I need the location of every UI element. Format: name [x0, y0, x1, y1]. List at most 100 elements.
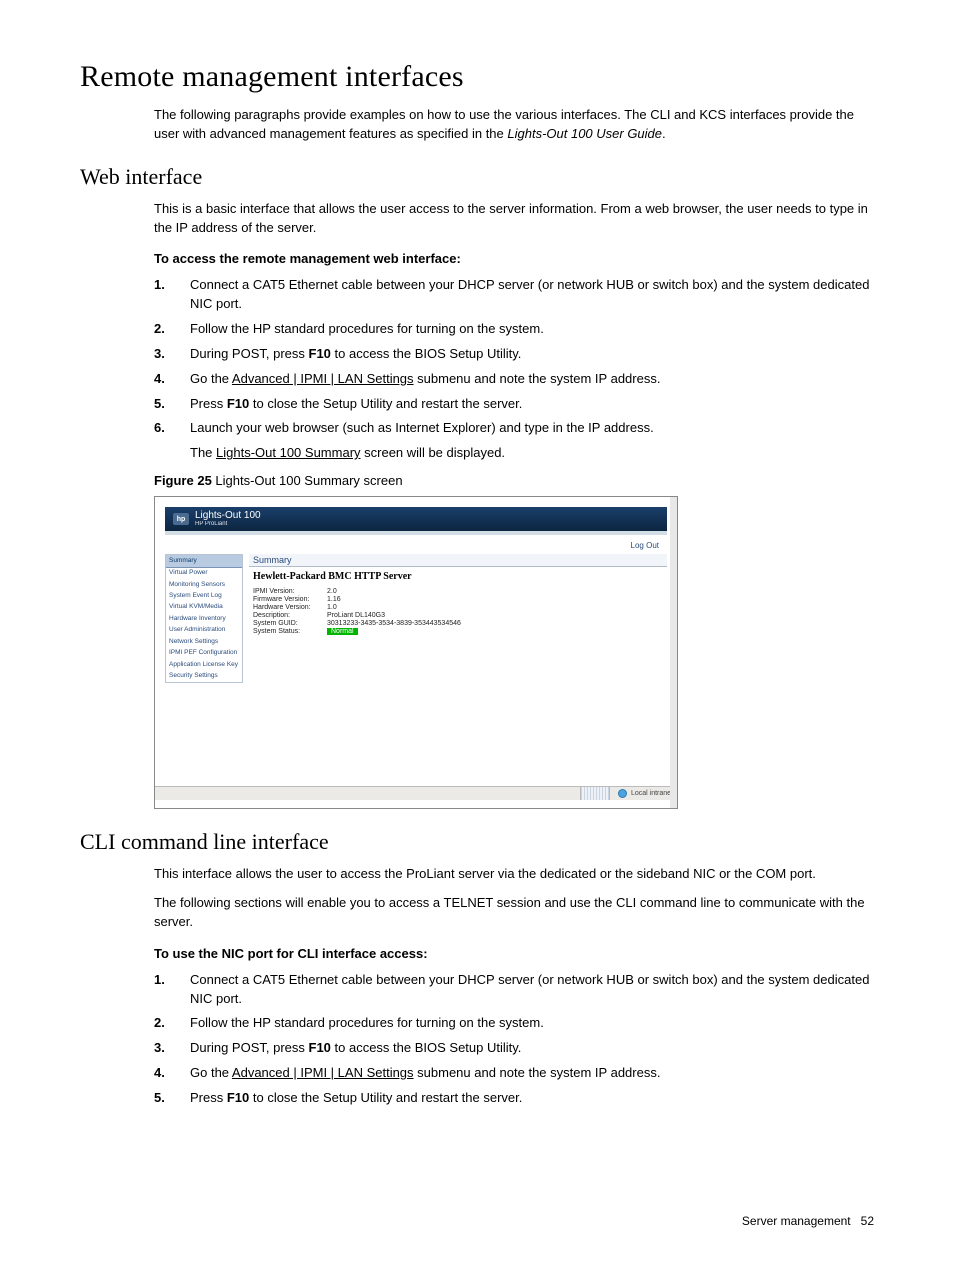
hp-logo-icon: hp [173, 513, 189, 525]
step-number: 5. [154, 395, 165, 414]
zone-label: Local intranet [631, 790, 673, 797]
sidebar-item-monitoring-sensors[interactable]: Monitoring Sensors [166, 579, 242, 590]
step-text: Follow the HP standard procedures for tu… [190, 321, 544, 336]
header-accent-bar [165, 531, 667, 535]
cli-heading: CLI command line interface [80, 829, 874, 855]
cli-paragraph-1: This interface allows the user to access… [154, 865, 874, 884]
kv-key: System GUID: [253, 620, 321, 627]
step-number: 6. [154, 419, 165, 438]
screenshot-header: hp Lights-Out 100 HP ProLiant [165, 507, 667, 531]
screenshot-subtitle: HP ProLiant [195, 521, 261, 527]
step-text: submenu and note the system IP address. [414, 371, 661, 386]
sidebar-item-hardware-inventory[interactable]: Hardware Inventory [166, 613, 242, 624]
kv-key: Firmware Version: [253, 596, 321, 603]
figure-caption: Figure 25 Lights-Out 100 Summary screen [154, 473, 874, 488]
sidebar-item-app-license[interactable]: Application License Key [166, 659, 242, 670]
logout-link[interactable]: Log Out [165, 541, 659, 550]
sidebar-item-virtual-kvm[interactable]: Virtual KVM/Media [166, 602, 242, 613]
step-text: to access the BIOS Setup Utility. [331, 346, 522, 361]
kv-row: System GUID: 30313233-3435-3534-3839-3534… [249, 620, 667, 628]
list-item: 4.Go the Advanced | IPMI | LAN Settings … [154, 370, 874, 389]
kv-row: Hardware Version:1.0 [249, 604, 667, 612]
list-item: 4.Go the Advanced | IPMI | LAN Settings … [154, 1064, 874, 1083]
key-f10: F10 [227, 396, 249, 411]
step-number: 2. [154, 1014, 165, 1033]
kv-value: ProLiant DL140G3 [327, 612, 385, 619]
sidebar-item-network-settings[interactable]: Network Settings [166, 636, 242, 647]
step-number: 2. [154, 320, 165, 339]
key-f10: F10 [309, 1040, 331, 1055]
key-f10: F10 [309, 346, 331, 361]
intro-text-2: . [662, 126, 666, 141]
kv-key: Description: [253, 612, 321, 619]
kv-key: System Status: [253, 628, 321, 635]
summary-screenshot: hp Lights-Out 100 HP ProLiant Log Out Su… [154, 496, 678, 809]
step-text: Press [190, 1090, 227, 1105]
step-text: to close the Setup Utility and restart t… [249, 1090, 522, 1105]
step-text: Connect a CAT5 Ethernet cable between yo… [190, 277, 869, 311]
sidebar-item-ipmi-pef[interactable]: IPMI PEF Configuration [166, 648, 242, 659]
list-item: 5. Press F10 to close the Setup Utility a… [154, 395, 874, 414]
step-text: submenu and note the system IP address. [414, 1065, 661, 1080]
internet-zone-icon [618, 789, 627, 798]
kv-value: 2.0 [327, 588, 337, 595]
web-intro-paragraph: This is a basic interface that allows th… [154, 200, 874, 238]
step-text: to access the BIOS Setup Utility. [331, 1040, 522, 1055]
kv-row: IPMI Version: 2.0 [249, 588, 667, 596]
kv-key: Hardware Version: [253, 604, 321, 611]
kv-row: Firmware Version: 1.16 [249, 596, 667, 604]
server-name: Hewlett-Packard BMC HTTP Server [249, 567, 667, 588]
step-text: During POST, press [190, 346, 309, 361]
list-item: 3.During POST, press F10 to access the B… [154, 1039, 874, 1058]
cli-steps-list: 1. Connect a CAT5 Ethernet cable between … [154, 971, 874, 1108]
screenshot-main: Summary Hewlett-Packard BMC HTTP Server … [249, 554, 667, 776]
menu-path: Advanced | IPMI | LAN Settings [232, 371, 414, 386]
sidebar-item-user-admin[interactable]: User Administration [166, 625, 242, 636]
step-text: Connect a CAT5 Ethernet cable between yo… [190, 972, 869, 1006]
status-badge: Normal [327, 628, 358, 635]
page-footer: Server management52 [742, 1214, 874, 1228]
screenshot-sidebar: Summary Virtual Power Monitoring Sensors… [165, 554, 243, 683]
step-number: 1. [154, 971, 165, 990]
sidebar-item-security[interactable]: Security Settings [166, 671, 242, 682]
sidebar-item-virtual-power[interactable]: Virtual Power [166, 568, 242, 579]
progress-hatch-icon [580, 787, 610, 800]
list-item: 3. During POST, press F10 to access the B… [154, 345, 874, 364]
kv-row: Description: ProLiant DL140G3 [249, 612, 667, 620]
browser-status-bar: Local intranet [155, 786, 677, 800]
scrollbar[interactable] [670, 497, 677, 808]
web-interface-heading: Web interface [80, 164, 874, 190]
sidebar-item-summary[interactable]: Summary [166, 555, 242, 567]
list-item: 1. Connect a CAT5 Ethernet cable between … [154, 276, 874, 314]
step-text: During POST, press [190, 1040, 309, 1055]
menu-path: Advanced | IPMI | LAN Settings [232, 1065, 414, 1080]
step-text: The [190, 445, 216, 460]
step-number: 5. [154, 1089, 165, 1108]
step-text: to close the Setup Utility and restart t… [249, 396, 522, 411]
sidebar-item-system-event-log[interactable]: System Event Log [166, 590, 242, 601]
kv-value: 1.16 [327, 596, 341, 603]
cli-access-heading: To use the NIC port for CLI interface ac… [154, 946, 874, 961]
list-item: 5. Press F10 to close the Setup Utility a… [154, 1089, 874, 1108]
kv-value: 30313233-3435-3534-3839-353443534546 [327, 620, 461, 627]
step-number: 1. [154, 276, 165, 295]
step-text: screen will be displayed. [361, 445, 506, 460]
list-item: 2.Follow the HP standard procedures for … [154, 1014, 874, 1033]
step-text: Press [190, 396, 227, 411]
step-number: 3. [154, 345, 165, 364]
screenshot-title: Lights-Out 100 [195, 511, 261, 521]
web-steps-list: 1. Connect a CAT5 Ethernet cable between … [154, 276, 874, 463]
web-access-heading: To access the remote management web inte… [154, 251, 874, 266]
figure-label: Figure 25 [154, 473, 212, 488]
step-text: Launch your web browser (such as Interne… [190, 420, 654, 435]
list-item: 1. Connect a CAT5 Ethernet cable between … [154, 971, 874, 1009]
cli-paragraph-2: The following sections will enable you t… [154, 894, 874, 932]
figure-text: Lights-Out 100 Summary screen [212, 473, 403, 488]
step-number: 4. [154, 1064, 165, 1083]
panel-title: Summary [249, 554, 667, 567]
key-f10: F10 [227, 1090, 249, 1105]
step-text: Go the [190, 371, 232, 386]
kv-key: IPMI Version: [253, 588, 321, 595]
step-number: 4. [154, 370, 165, 389]
intro-paragraph: The following paragraphs provide example… [154, 106, 874, 144]
